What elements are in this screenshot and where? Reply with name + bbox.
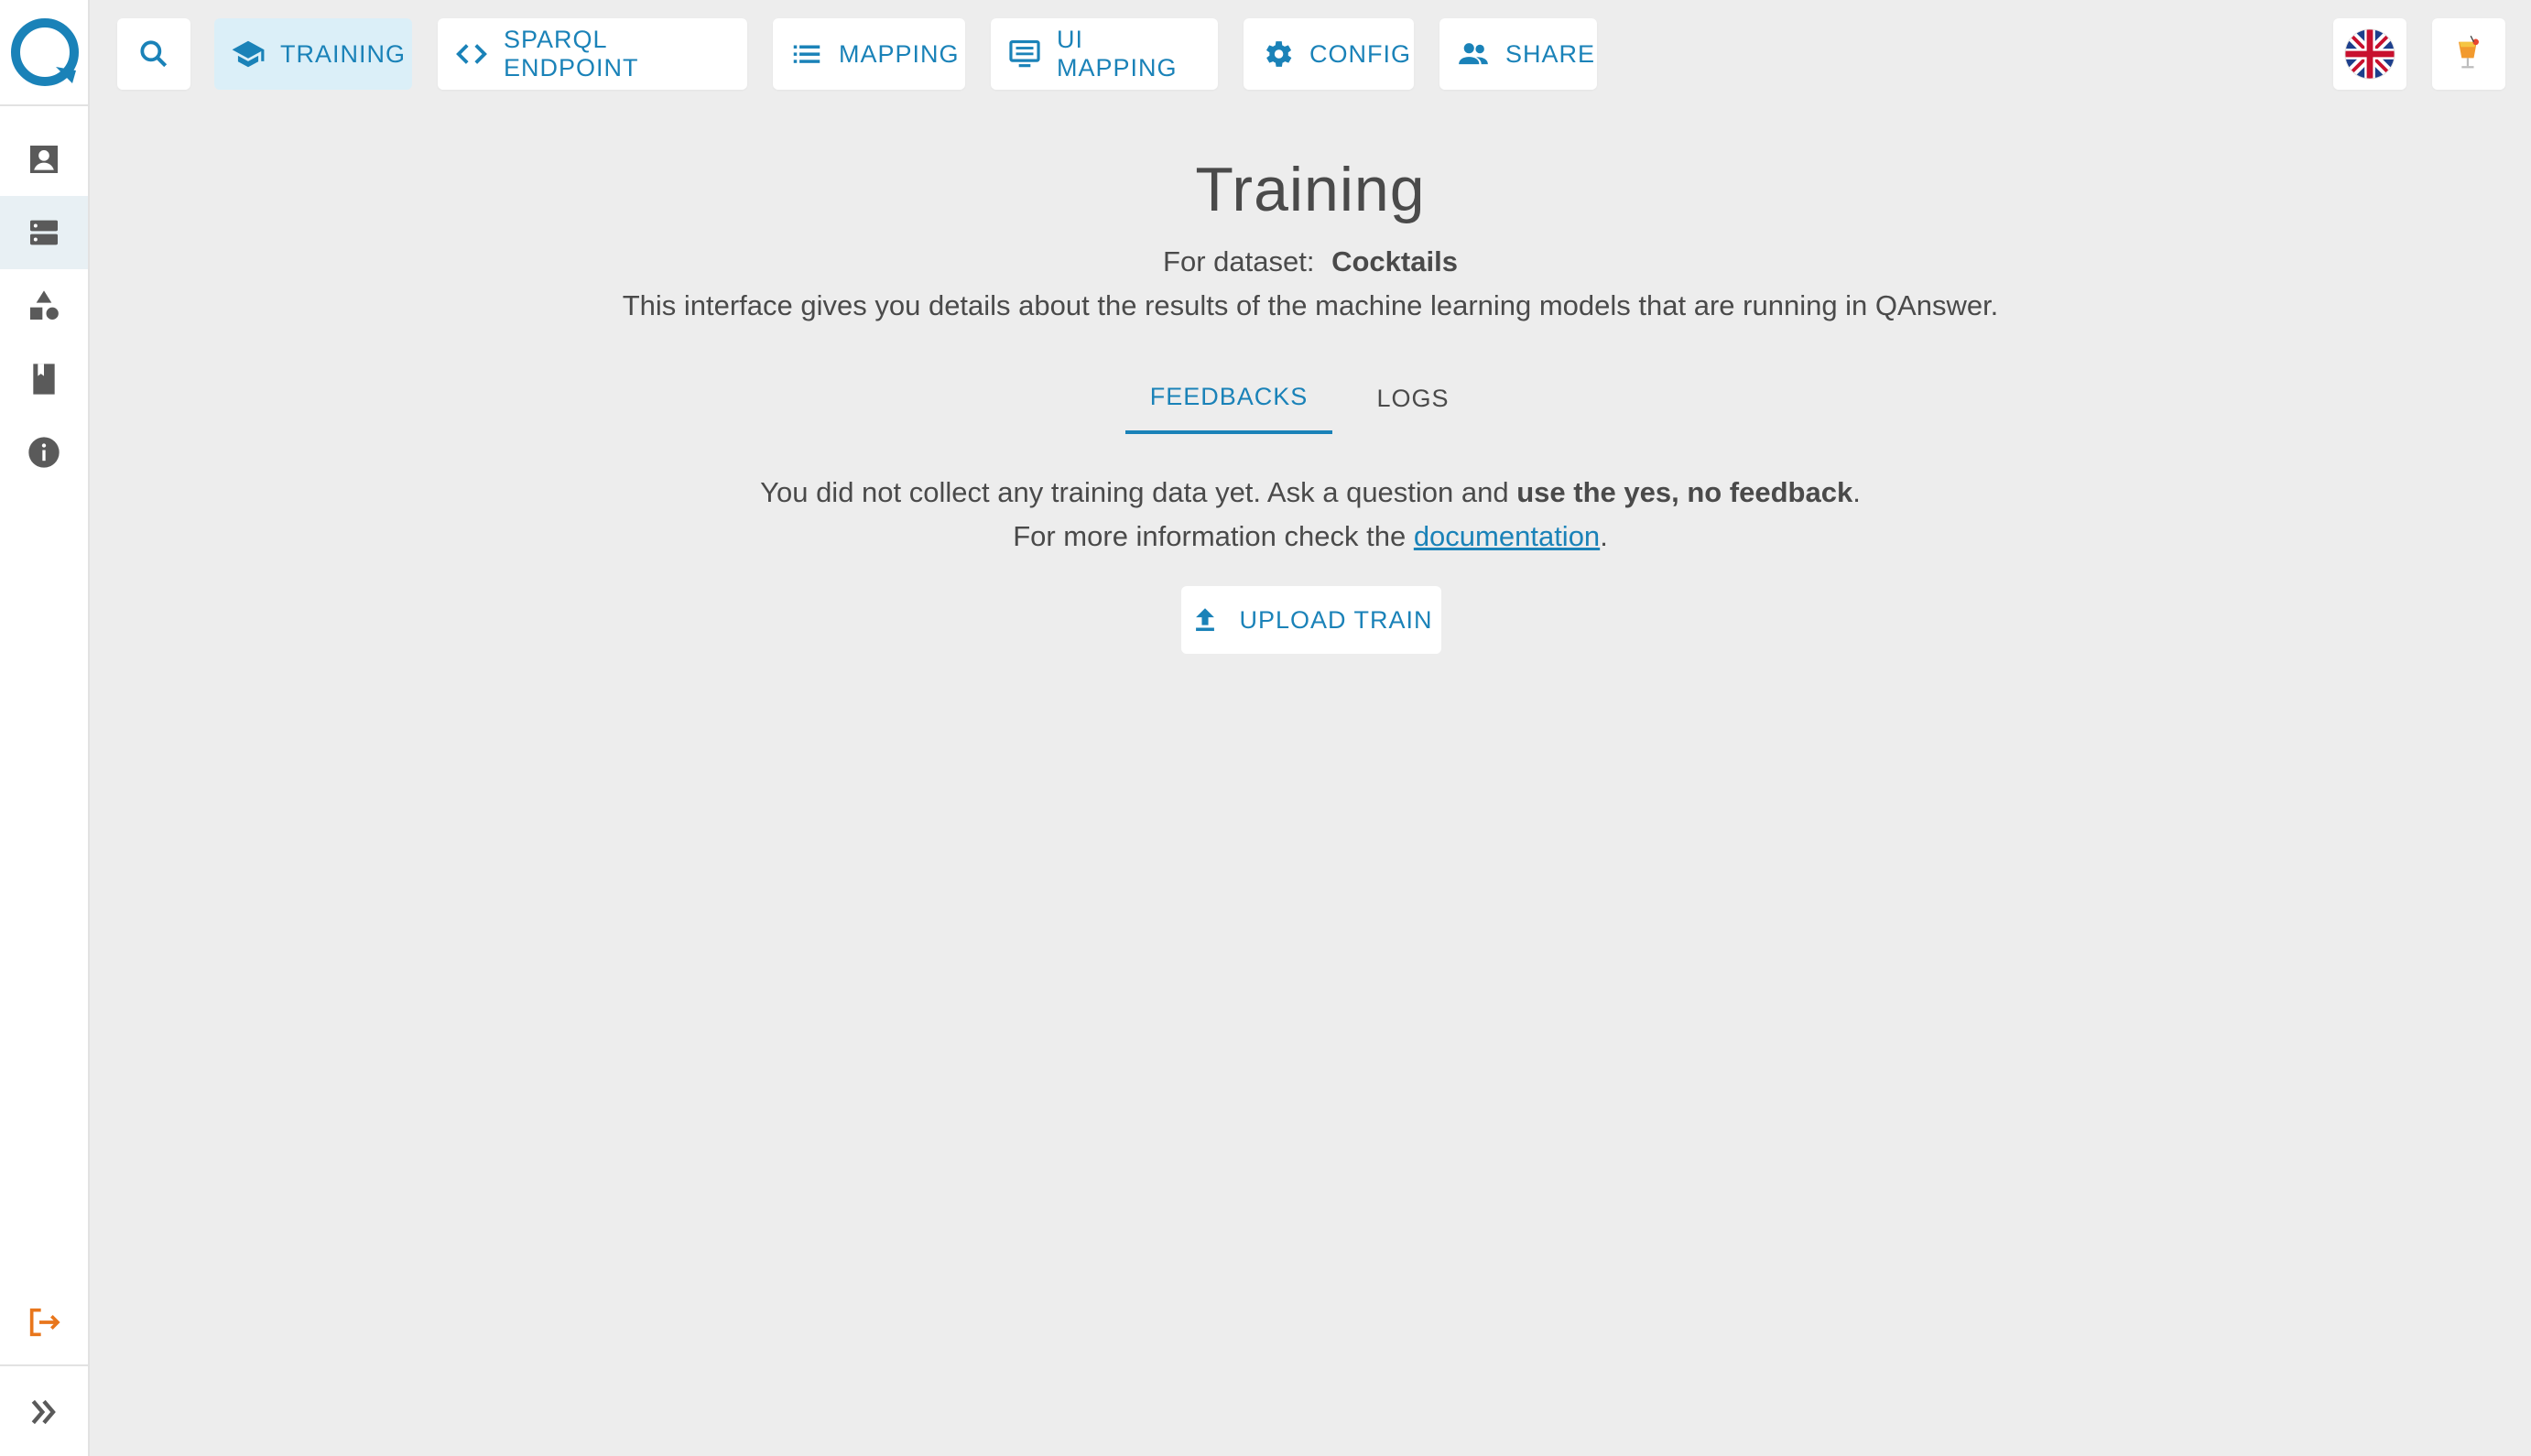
- datasets-icon: [30, 220, 58, 245]
- empty-msg-end: .: [1852, 476, 1861, 508]
- tab-mapping[interactable]: MAPPING: [773, 18, 965, 90]
- dataset-avatar-button[interactable]: [2432, 18, 2505, 90]
- upload-icon: [1196, 608, 1215, 632]
- search-icon: [140, 40, 168, 68]
- upload-train-button[interactable]: UPLOAD TRAIN: [1181, 586, 1441, 654]
- code-icon: [456, 44, 487, 64]
- logout-button[interactable]: [0, 1286, 88, 1359]
- sidebar-item-account[interactable]: [0, 123, 88, 196]
- uk-flag-icon: [2344, 28, 2395, 80]
- sidebar-item-documentation[interactable]: [0, 342, 88, 416]
- page-title: Training: [1195, 155, 1426, 224]
- expand-sidebar-button[interactable]: [0, 1375, 88, 1449]
- tab-share[interactable]: SHARE: [1439, 18, 1597, 90]
- dataset-name: Cocktails: [1331, 245, 1458, 277]
- empty-msg-bold: use the yes, no feedback: [1516, 476, 1853, 508]
- info-icon: [28, 437, 60, 468]
- documentation-link[interactable]: documentation: [1414, 520, 1600, 552]
- info-msg-start: For more information check the: [1013, 520, 1414, 552]
- tab-feedbacks-label: FEEDBACKS: [1149, 382, 1309, 410]
- list-icon: [793, 45, 820, 63]
- empty-msg-start: You did not collect any training data ye…: [760, 476, 1517, 508]
- language-button[interactable]: [2333, 18, 2406, 90]
- expand-chevrons-icon: [31, 1399, 56, 1425]
- tab-ui-mapping-label: UI MAPPING: [1057, 26, 1178, 81]
- info-msg-end: .: [1600, 520, 1608, 552]
- book-icon: [33, 364, 55, 395]
- tab-sparql-endpoint[interactable]: SPARQL ENDPOINT: [438, 18, 747, 90]
- people-icon: [1459, 43, 1488, 65]
- dataset-prefix: For dataset:: [1163, 245, 1315, 277]
- cocktail-icon: [2459, 35, 2479, 69]
- tab-training[interactable]: TRAINING: [214, 18, 412, 90]
- tab-training-label: TRAINING: [280, 39, 407, 68]
- monitor-icon: [1009, 39, 1040, 68]
- info-message: For more information check the documenta…: [90, 520, 2531, 553]
- tab-ui-mapping[interactable]: UI MAPPING: [991, 18, 1218, 90]
- empty-state-message: You did not collect any training data ye…: [90, 476, 2531, 509]
- tab-sparql-endpoint-label: SPARQL ENDPOINT: [504, 26, 639, 81]
- tab-mapping-label: MAPPING: [839, 39, 960, 68]
- shapes-icon: [30, 290, 59, 320]
- tab-config[interactable]: CONFIG: [1244, 18, 1414, 90]
- sidebar: [0, 0, 90, 1456]
- logout-icon: [29, 1308, 60, 1337]
- tab-logs[interactable]: LOGS: [1367, 363, 1459, 434]
- tab-config-label: CONFIG: [1309, 39, 1411, 68]
- dataset-line: For dataset: Cocktails: [90, 245, 2531, 278]
- tab-logs-label: LOGS: [1376, 384, 1450, 412]
- gear-icon: [1266, 41, 1292, 67]
- user-account-icon: [30, 146, 58, 173]
- search-button[interactable]: [117, 18, 190, 90]
- sidebar-divider: [0, 1364, 88, 1366]
- upload-train-label: UPLOAD TRAIN: [1239, 605, 1433, 634]
- sidebar-item-info[interactable]: [0, 416, 88, 489]
- qanswer-logo-icon[interactable]: [0, 0, 90, 106]
- page-description: This interface gives you details about t…: [622, 289, 1999, 321]
- tab-share-label: SHARE: [1505, 39, 1596, 68]
- graduation-cap-icon: [232, 40, 265, 68]
- sidebar-item-datasets[interactable]: [0, 196, 88, 269]
- sidebar-item-shapes[interactable]: [0, 269, 88, 342]
- tab-feedbacks[interactable]: FEEDBACKS: [1125, 363, 1332, 434]
